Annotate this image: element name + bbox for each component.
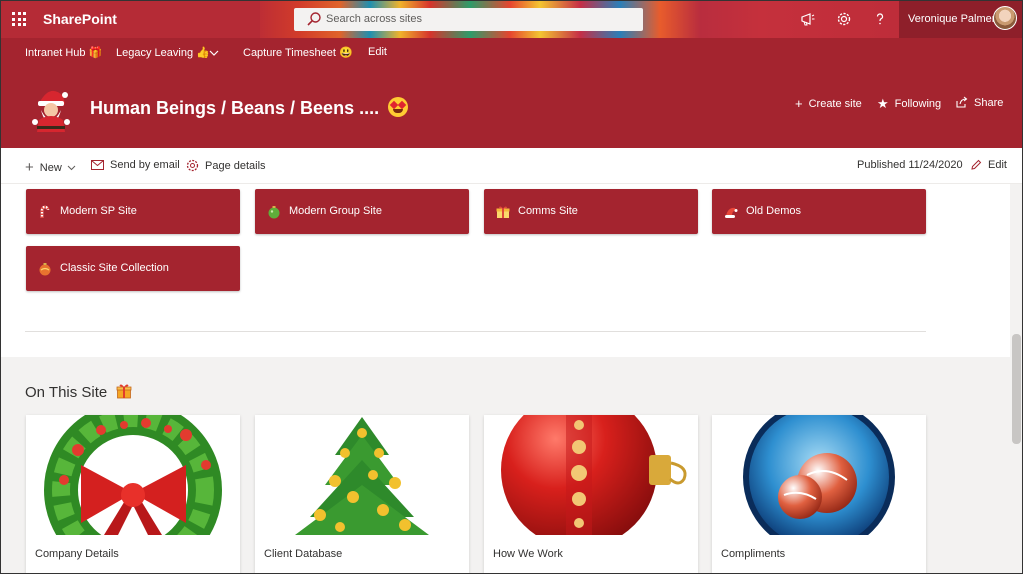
site-title-text: Human Beings / Beans / Beens .... (90, 98, 380, 118)
hub-nav-intranet-hub[interactable]: Intranet Hub 🎁 (25, 46, 102, 59)
command-bar: + New Send by email Page details Publish… (0, 148, 1023, 184)
card-image (26, 415, 240, 535)
chevron-down-icon[interactable] (209, 49, 219, 57)
hub-nav-legacy-leaving[interactable]: Legacy Leaving 👍 (116, 46, 210, 59)
gift-icon (496, 206, 510, 218)
scrollbar-thumb[interactable] (1012, 334, 1021, 444)
published-label: Published 11/24/2020 (857, 159, 963, 171)
new-button[interactable]: + New (25, 159, 76, 176)
card-image (255, 415, 469, 535)
user-name: Veronique Palmer (908, 13, 996, 25)
gift-icon (117, 384, 132, 399)
card-company-details[interactable]: Company Details (26, 415, 240, 574)
create-site-button[interactable]: + Create site (795, 96, 862, 111)
plus-icon: + (795, 96, 803, 111)
edit-button[interactable]: Edit (970, 159, 1007, 171)
share-icon (956, 96, 968, 108)
star-icon: ★ (877, 96, 889, 111)
following-label: Following (894, 98, 942, 110)
plus-icon: + (25, 159, 34, 176)
page-content: Modern SP Site Modern Group Site Comms S… (0, 184, 1010, 574)
quicklink-modern-sp-site[interactable]: Modern SP Site (26, 189, 240, 234)
card-title: Compliments (721, 548, 786, 560)
quicklink-old-demos[interactable]: Old Demos (712, 189, 926, 234)
hub-navigation: Intranet Hub 🎁 Legacy Leaving 👍 Capture … (0, 38, 1023, 66)
section-divider (25, 331, 926, 332)
card-compliments[interactable]: Compliments (712, 415, 926, 574)
avatar[interactable] (993, 6, 1017, 30)
quicklink-label: Modern Group Site (289, 205, 382, 217)
red-ornament-icon (39, 263, 51, 276)
suite-bar-background (0, 0, 260, 38)
chevron-down-icon (67, 165, 76, 170)
christmas-tree-icon (255, 415, 469, 535)
site-header: Human Beings / Beans / Beens .... + Crea… (0, 66, 1023, 148)
edit-label: Edit (988, 159, 1007, 171)
send-by-email-button[interactable]: Send by email (91, 159, 180, 171)
santa-logo-icon[interactable] (25, 82, 77, 134)
quicklink-label: Old Demos (746, 205, 802, 217)
quicklink-modern-group-site[interactable]: Modern Group Site (255, 189, 469, 234)
card-client-database[interactable]: Client Database (255, 415, 469, 574)
red-bauble-icon (484, 415, 698, 535)
pencil-icon (971, 159, 982, 170)
mail-icon (91, 160, 104, 170)
section-title: On This Site (25, 383, 132, 401)
share-button[interactable]: Share (955, 96, 1003, 109)
app-launcher-icon[interactable] (12, 12, 26, 26)
page-details-button[interactable]: Page details (186, 159, 266, 172)
section-title-text: On This Site (25, 384, 108, 401)
card-title: Client Database (264, 548, 343, 560)
card-image (484, 415, 698, 535)
send-by-email-label: Send by email (110, 159, 180, 171)
help-icon[interactable] (862, 0, 898, 38)
candy-cane-icon (40, 205, 50, 218)
green-ornament-icon (268, 206, 280, 219)
hub-nav-capture-timesheet[interactable]: Capture Timesheet 😃 (243, 46, 353, 59)
share-label: Share (974, 96, 1004, 109)
page-details-label: Page details (205, 159, 266, 172)
hub-nav-edit[interactable]: Edit (368, 46, 387, 58)
quicklink-label: Modern SP Site (60, 205, 137, 217)
brand-link[interactable]: SharePoint (43, 11, 117, 27)
following-button[interactable]: ★ Following (877, 96, 941, 112)
site-title[interactable]: Human Beings / Beans / Beens .... (90, 97, 409, 119)
search-icon (307, 12, 321, 26)
santa-hat-icon (725, 207, 738, 218)
snow-globe-icon (712, 415, 926, 535)
suite-bar: SharePoint Search across sites Veronique… (0, 0, 1023, 38)
create-site-label: Create site (808, 97, 862, 110)
gear-icon[interactable] (826, 0, 862, 38)
gear-icon (186, 159, 199, 172)
star-eyes-emoji-icon (388, 97, 409, 117)
search-input[interactable]: Search across sites (294, 8, 643, 31)
card-image (712, 415, 926, 535)
quicklink-label: Classic Site Collection (60, 262, 169, 274)
megaphone-icon[interactable] (790, 0, 826, 38)
published-status: Published 11/24/2020 (857, 159, 963, 171)
search-placeholder: Search across sites (326, 13, 422, 25)
quicklink-label: Comms Site (518, 205, 578, 217)
wreath-icon (26, 415, 240, 535)
card-title: Company Details (35, 548, 119, 560)
card-how-we-work[interactable]: How We Work (484, 415, 698, 574)
card-title: How We Work (493, 548, 563, 560)
quicklink-comms-site[interactable]: Comms Site (484, 189, 698, 234)
quicklink-classic-site-collection[interactable]: Classic Site Collection (26, 246, 240, 291)
page-scrollbar[interactable] (1010, 184, 1023, 574)
new-label: New (39, 161, 62, 174)
